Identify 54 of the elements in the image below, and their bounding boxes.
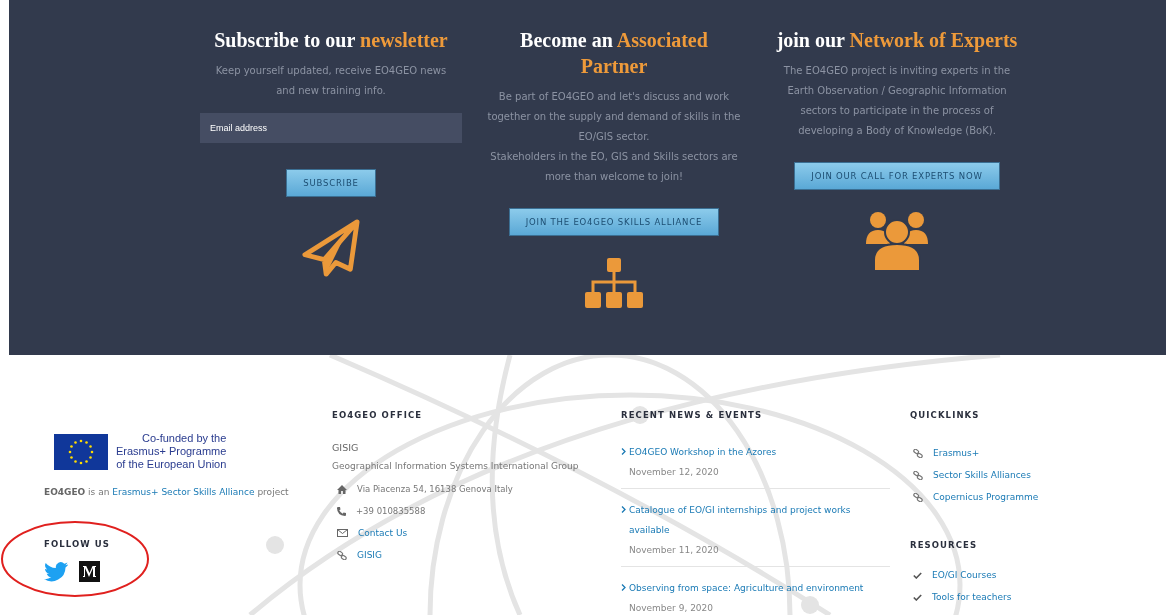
co-funded-text: Co-funded by the Erasmus+ Programme of the European Union [116,432,227,471]
hierarchy-icon [585,258,643,308]
chevron-icon [621,506,626,513]
chevron-icon [621,584,626,591]
home-icon [337,484,347,494]
contact-detail: Via Piacenza 54, 16138 Genova Italy [357,484,513,494]
quicklink[interactable]: Sector Skills Alliances [933,470,1031,480]
quicklinks-heading: QUICKLINKS [910,410,981,420]
organization-acronym: GISIG [332,442,360,453]
description-text: The EO4GEO project is inviting experts in the Earth Observation / Geographic Information sectors to participate in the process of developing a Body of Knowledge (BoK). [782,64,1012,138]
call-to-action-button[interactable]: JOIN THE EO4GEO SKILLS ALLIANCE [508,208,720,236]
news-link[interactable]: Observing from space: Agriculture and environment [629,578,864,598]
chain-link-icon [913,470,923,480]
eu-flag-icon [54,433,108,470]
chevron-icon [621,448,626,455]
call-to-action-button[interactable]: JOIN OUR CALL FOR EXPERTS NOW [794,162,1000,190]
medium-logo-icon[interactable] [79,561,100,582]
chain-link-icon [913,448,923,458]
office-link[interactable]: Contact Us [358,528,408,538]
news-date: November 11, 2020 [628,544,720,557]
quicklink[interactable]: Copernicus Programme [933,492,1039,502]
checkmark-icon [913,593,922,601]
people-group-icon [865,212,929,272]
section-title: join our Network of Experts [776,28,1018,53]
bird-icon[interactable] [44,561,68,582]
resources-heading: RESOURCES [910,540,979,550]
phone-icon [337,506,346,516]
about-text: EO4GEO is an Erasmus+ Sector Skills Alliance project [44,487,290,497]
office-heading: EO4GEO OFFICE [332,410,424,420]
paper-plane-icon [302,219,360,277]
alliance-link[interactable]: Erasmus+ Sector Skills Alliance [112,487,255,497]
section-title: Subscribe to our newsletter [214,28,448,53]
description-text: Keep yourself updated, receive EO4GEO news and new training info. [214,64,448,98]
news-date: November 9, 2020 [628,602,715,615]
checkmark-icon [913,571,922,579]
chain-link-icon [337,550,347,560]
organization-name: Geographical Information Systems International Group [332,461,580,471]
quicklink[interactable]: Erasmus+ [933,448,980,458]
resource-link[interactable]: Tools for teachers [932,592,1012,602]
description-text: Stakeholders in the EO, GIS and Skills sectors are more than welcome to join! [489,150,739,184]
description-text: Be part of EO4GEO and let's discuss and work together on the supply and demand of skills in the EO/GIS sector. [486,90,742,144]
contact-detail: +39 010835588 [356,506,426,516]
news-heading: RECENT NEWS & EVENTS [621,410,764,420]
resource-link[interactable]: EO/GI Courses [932,570,997,580]
envelope-icon [337,529,348,537]
office-link[interactable]: GISIG [357,550,382,560]
news-link[interactable]: Catalogue of EO/GI internships and project works available [629,500,890,540]
news-link[interactable]: EO4GEO Workshop in the Azores [629,442,777,462]
news-date: November 12, 2020 [628,466,720,479]
email-input-field[interactable]: Email address [200,113,462,143]
follow-heading: FOLLOW US [44,539,112,549]
section-title: Become an Associated Partner [519,28,709,79]
chain-link-icon [913,492,923,502]
call-to-action-button[interactable]: SUBSCRIBE [286,169,376,197]
